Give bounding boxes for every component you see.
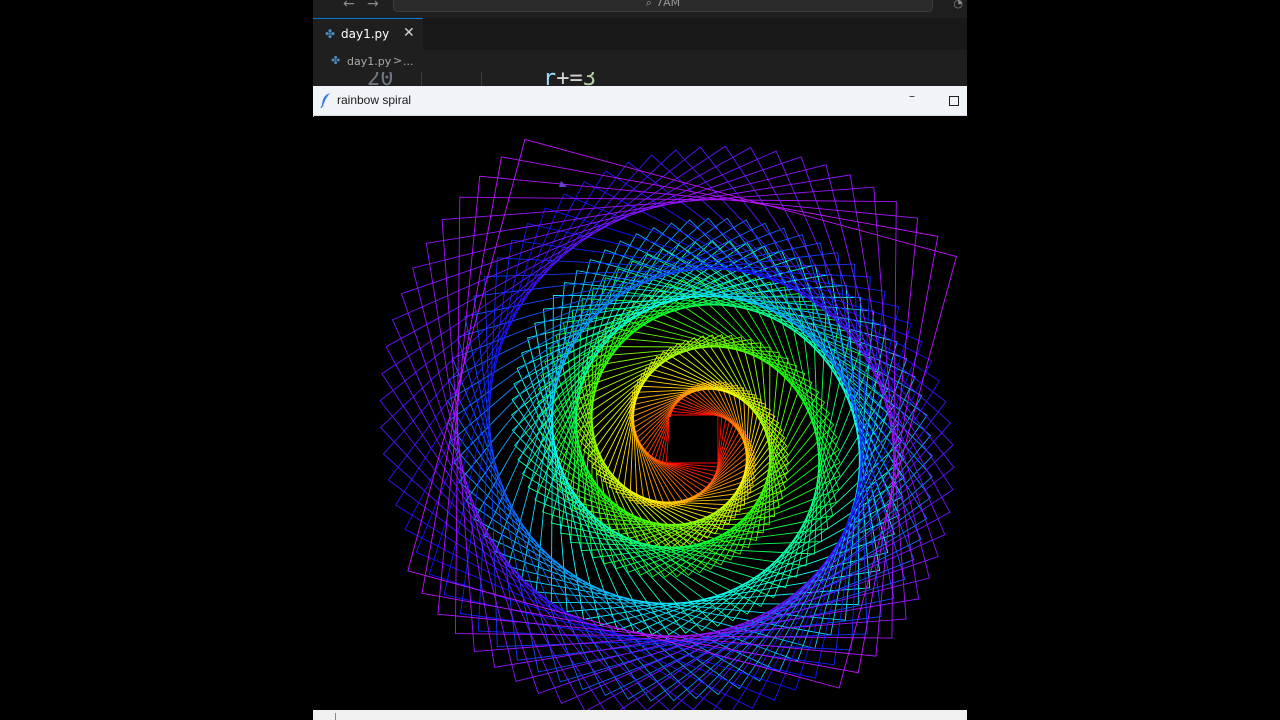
tab-day1-py[interactable]: ✤ day1.py ✕	[313, 18, 423, 50]
canvas-scrollbar[interactable]	[313, 710, 967, 720]
forward-arrow-icon[interactable]: →	[367, 0, 379, 12]
editor-titlebar: ← → ⌕ 7AM ◔	[313, 0, 967, 18]
breadcrumb: ✤ day1.py > ...	[313, 50, 967, 72]
window-titlebar[interactable]: rainbow spiral –	[313, 86, 967, 116]
scrollbar-thumb[interactable]	[335, 713, 336, 720]
maximize-button[interactable]	[949, 96, 959, 106]
tab-label: day1.py	[341, 27, 390, 41]
spiral-square	[437, 175, 919, 657]
chevron-right-icon: >	[393, 54, 403, 67]
turtle-window: rainbow spiral –	[313, 86, 967, 720]
search-text: 7AM	[656, 0, 681, 9]
python-file-icon: ✤	[331, 54, 341, 67]
back-arrow-icon[interactable]: ←	[343, 0, 355, 12]
screen-frame: ← → ⌕ 7AM ◔ ✤ day1.py ✕ ✤ day1.py > ... 2…	[313, 0, 967, 720]
feather-icon	[320, 93, 330, 108]
editor-tab-strip: ✤ day1.py ✕	[313, 18, 967, 51]
search-icon: ⌕	[645, 0, 653, 9]
drawing-canvas	[313, 117, 967, 710]
command-center-search[interactable]: ⌕ 7AM	[393, 0, 933, 12]
rainbow-spiral	[379, 138, 957, 710]
breadcrumb-file[interactable]: day1.py	[347, 55, 391, 68]
minimize-button[interactable]: –	[902, 89, 922, 109]
window-title: rainbow spiral	[337, 93, 412, 107]
breadcrumb-symbols[interactable]: ...	[403, 55, 414, 68]
spiral-center	[669, 417, 713, 461]
close-tab-icon[interactable]: ✕	[403, 25, 415, 41]
python-file-icon: ✤	[325, 27, 336, 41]
copilot-icon[interactable]: ◔	[953, 0, 963, 10]
